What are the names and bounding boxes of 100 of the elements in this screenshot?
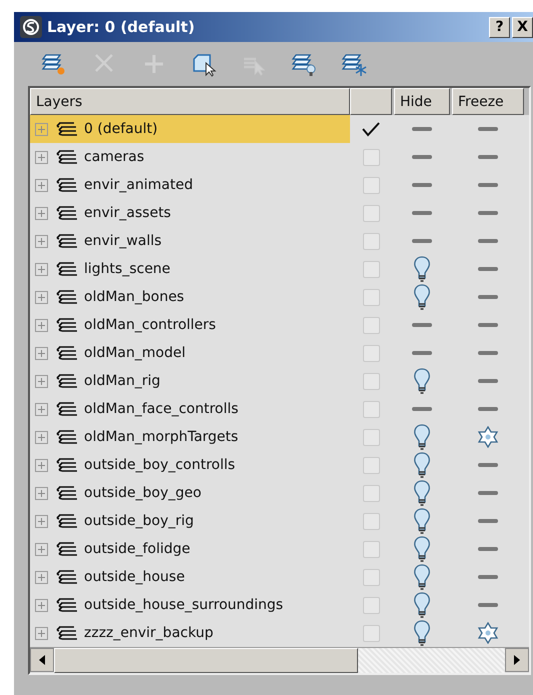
- light-bulb-icon[interactable]: [413, 564, 431, 590]
- layer-row[interactable]: envir_walls: [30, 227, 350, 255]
- expand-icon[interactable]: [35, 178, 48, 192]
- checkbox[interactable]: [362, 428, 380, 446]
- expand-icon[interactable]: [35, 458, 48, 472]
- dash-icon[interactable]: [478, 267, 498, 271]
- expand-icon[interactable]: [35, 150, 48, 164]
- layer-row[interactable]: envir_animated: [30, 171, 350, 199]
- dash-icon[interactable]: [412, 183, 432, 187]
- light-bulb-icon[interactable]: [413, 620, 431, 646]
- scroll-right-icon[interactable]: [505, 648, 529, 672]
- expand-icon[interactable]: [35, 626, 48, 640]
- checkbox[interactable]: [362, 344, 380, 362]
- expand-icon[interactable]: [35, 598, 48, 612]
- dash-icon[interactable]: [478, 463, 498, 467]
- light-bulb-icon[interactable]: [413, 424, 431, 450]
- checkbox[interactable]: [362, 456, 380, 474]
- checkbox[interactable]: [362, 176, 380, 194]
- checkmark-icon[interactable]: [361, 121, 381, 137]
- dash-icon[interactable]: [412, 155, 432, 159]
- checkbox[interactable]: [362, 540, 380, 558]
- dash-icon[interactable]: [478, 407, 498, 411]
- checkbox[interactable]: [362, 260, 380, 278]
- checkbox[interactable]: [362, 232, 380, 250]
- checkbox[interactable]: [362, 624, 380, 642]
- expand-icon[interactable]: [35, 262, 48, 276]
- scroll-thumb[interactable]: [54, 648, 358, 673]
- dash-icon[interactable]: [412, 127, 432, 131]
- column-header[interactable]: Layers: [30, 88, 350, 115]
- dash-icon[interactable]: [412, 323, 432, 327]
- light-bulb-icon[interactable]: [413, 452, 431, 478]
- checkbox[interactable]: [362, 400, 380, 418]
- layer-row[interactable]: oldMan_rig: [30, 367, 350, 395]
- expand-icon[interactable]: [35, 402, 48, 416]
- snowflake-icon[interactable]: [477, 622, 499, 644]
- layer-row[interactable]: outside_house: [30, 563, 350, 591]
- layer-row[interactable]: cameras: [30, 143, 350, 171]
- expand-icon[interactable]: [35, 122, 48, 136]
- layer-row[interactable]: oldMan_controllers: [30, 311, 350, 339]
- expand-icon[interactable]: [35, 570, 48, 584]
- expand-icon[interactable]: [35, 542, 48, 556]
- expand-icon[interactable]: [35, 234, 48, 248]
- expand-icon[interactable]: [35, 290, 48, 304]
- expand-icon[interactable]: [35, 374, 48, 388]
- column-header[interactable]: Hide: [394, 88, 450, 115]
- layer-row[interactable]: outside_boy_controlls: [30, 451, 350, 479]
- dash-icon[interactable]: [478, 323, 498, 327]
- dash-icon[interactable]: [478, 211, 498, 215]
- dash-icon[interactable]: [478, 239, 498, 243]
- dash-icon[interactable]: [412, 407, 432, 411]
- checkbox[interactable]: [362, 288, 380, 306]
- checkbox[interactable]: [362, 568, 380, 586]
- checkbox[interactable]: [362, 596, 380, 614]
- light-bulb-icon[interactable]: [413, 480, 431, 506]
- light-bulb-icon[interactable]: [413, 284, 431, 310]
- layer-row[interactable]: zzzz_envir_backup: [30, 619, 350, 647]
- layer-row[interactable]: 0 (default): [30, 115, 350, 143]
- dash-icon[interactable]: [478, 351, 498, 355]
- light-bulb-icon[interactable]: [413, 592, 431, 618]
- checkbox[interactable]: [362, 204, 380, 222]
- layer-row[interactable]: oldMan_face_controlls: [30, 395, 350, 423]
- close-button[interactable]: X: [512, 16, 533, 38]
- layer-row[interactable]: oldMan_model: [30, 339, 350, 367]
- layer-row[interactable]: oldMan_morphTargets: [30, 423, 350, 451]
- dash-icon[interactable]: [412, 351, 432, 355]
- dash-icon[interactable]: [478, 295, 498, 299]
- expand-icon[interactable]: [35, 430, 48, 444]
- layer-row[interactable]: outside_house_surroundings: [30, 591, 350, 619]
- dash-icon[interactable]: [478, 491, 498, 495]
- expand-icon[interactable]: [35, 486, 48, 500]
- dash-icon[interactable]: [412, 211, 432, 215]
- expand-icon[interactable]: [35, 206, 48, 220]
- snowflake-icon[interactable]: [477, 426, 499, 448]
- expand-icon[interactable]: [35, 318, 48, 332]
- layer-row[interactable]: envir_assets: [30, 199, 350, 227]
- checkbox[interactable]: [362, 372, 380, 390]
- light-bulb-icon[interactable]: [413, 368, 431, 394]
- dash-icon[interactable]: [478, 575, 498, 579]
- checkbox[interactable]: [362, 316, 380, 334]
- layer-row[interactable]: outside_boy_geo: [30, 479, 350, 507]
- layer-row[interactable]: lights_scene: [30, 255, 350, 283]
- scroll-left-icon[interactable]: [30, 648, 54, 672]
- checkbox[interactable]: [362, 484, 380, 502]
- dash-icon[interactable]: [478, 603, 498, 607]
- layer-row[interactable]: oldMan_bones: [30, 283, 350, 311]
- dash-icon[interactable]: [478, 519, 498, 523]
- layer-row[interactable]: outside_folidge: [30, 535, 350, 563]
- dash-icon[interactable]: [478, 379, 498, 383]
- dash-icon[interactable]: [478, 183, 498, 187]
- help-button[interactable]: ?: [489, 16, 510, 38]
- light-bulb-icon[interactable]: [413, 508, 431, 534]
- dash-icon[interactable]: [412, 239, 432, 243]
- column-header[interactable]: Freeze: [452, 88, 524, 115]
- light-bulb-icon[interactable]: [413, 536, 431, 562]
- column-header[interactable]: [350, 88, 392, 115]
- dash-icon[interactable]: [478, 547, 498, 551]
- dash-icon[interactable]: [478, 127, 498, 131]
- light-bulb-icon[interactable]: [413, 256, 431, 282]
- dash-icon[interactable]: [478, 155, 498, 159]
- expand-icon[interactable]: [35, 346, 48, 360]
